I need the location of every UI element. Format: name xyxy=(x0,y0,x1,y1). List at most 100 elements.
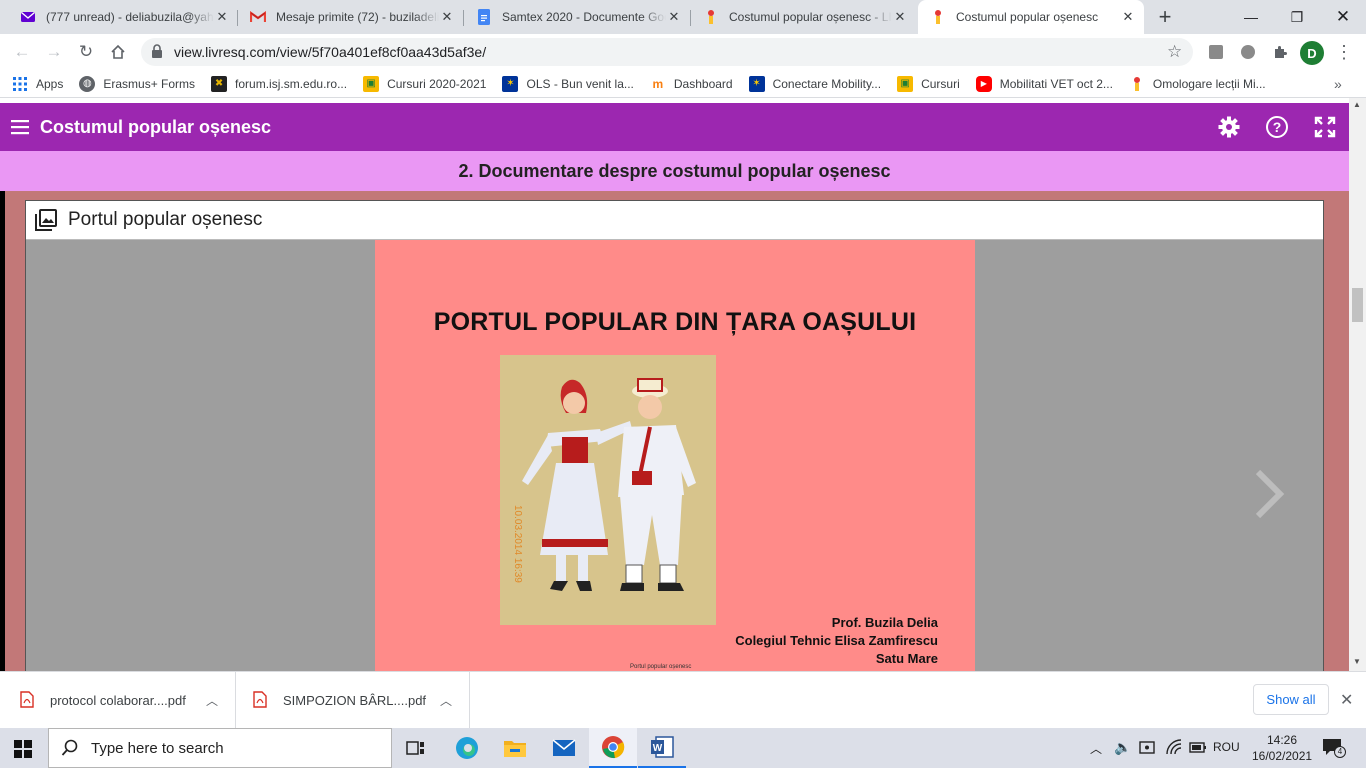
scroll-up-arrow-icon[interactable]: ▲ xyxy=(1353,100,1361,109)
tab-yahoo-mail[interactable]: (777 unread) - deliabuzila@yahoo.com - Y… xyxy=(8,0,238,34)
close-downloads-icon[interactable]: ✕ xyxy=(1340,690,1353,710)
app-header: Costumul popular oșenesc ? xyxy=(0,103,1349,151)
hamburger-menu-icon[interactable] xyxy=(10,117,30,137)
tray-overflow-chevron-icon[interactable]: ︿ xyxy=(1090,740,1102,757)
tab-title: Mesaje primite (72) - buziladelia@gmail.… xyxy=(276,10,439,24)
battery-icon[interactable] xyxy=(1188,739,1208,755)
tab-livresq-editor[interactable]: Costumul popular oșenesc - LIVRESQ ✕ xyxy=(691,0,916,34)
livresq-icon xyxy=(703,9,719,25)
bookmark-erasmus[interactable]: ◍ Erasmus+ Forms xyxy=(71,70,203,98)
show-all-downloads-button[interactable]: Show all xyxy=(1253,684,1329,715)
notifications-icon[interactable]: 4 xyxy=(1322,738,1346,758)
gallery-card-title: Portul popular oșenesc xyxy=(68,209,263,230)
more-menu-icon[interactable]: ⋮ xyxy=(1330,38,1358,66)
bookmark-star-icon[interactable]: ☆ xyxy=(1167,42,1182,62)
pdf-file-icon xyxy=(20,691,36,709)
fullscreen-icon[interactable] xyxy=(1313,115,1337,139)
bookmark-mobility[interactable]: ✶ Conectare Mobility... xyxy=(741,70,890,98)
download-filename: protocol colaborar....pdf xyxy=(50,692,186,708)
close-window-button[interactable]: ✕ xyxy=(1320,0,1366,34)
taskbar-search-box[interactable]: Type here to search xyxy=(48,728,392,768)
profile-avatar[interactable]: D xyxy=(1300,41,1324,65)
volume-icon[interactable]: 🔈 xyxy=(1114,739,1131,756)
next-slide-chevron-icon[interactable] xyxy=(1250,466,1286,522)
system-clock[interactable]: 14:26 16/02/2021 xyxy=(1252,732,1312,764)
svg-text:W: W xyxy=(653,743,663,754)
costume-illustration: 10.03.2014 16:39 xyxy=(500,355,716,625)
bookmark-apps[interactable]: Apps xyxy=(0,70,71,98)
mail-app-icon[interactable] xyxy=(540,728,588,768)
extension-icon[interactable] xyxy=(1202,38,1230,66)
windows-start-icon[interactable] xyxy=(14,740,32,758)
close-tab-icon[interactable]: ✕ xyxy=(439,9,455,25)
help-icon[interactable]: ? xyxy=(1265,115,1289,139)
address-bar[interactable]: view.livresq.com/view/5f70a401ef8cf0aa43… xyxy=(141,38,1193,66)
download-item[interactable]: SIMPOZION BÂRL....pdf ︿ xyxy=(237,672,470,728)
edge-browser-icon[interactable] xyxy=(443,728,491,768)
slide-footer: Portul popular oșenesc xyxy=(630,664,692,670)
forward-button[interactable]: → xyxy=(40,38,68,66)
reload-button[interactable]: ↻ xyxy=(72,38,100,66)
chevron-up-icon[interactable]: ︿ xyxy=(440,692,452,709)
chevron-up-icon[interactable]: ︿ xyxy=(206,692,218,709)
close-tab-icon[interactable]: ✕ xyxy=(666,9,682,25)
download-filename: SIMPOZION BÂRL....pdf xyxy=(283,692,427,708)
search-placeholder: Type here to search xyxy=(91,739,224,757)
page-scrollbar[interactable]: ▲ ▼ xyxy=(1349,98,1366,671)
gmail-icon xyxy=(250,9,266,25)
bookmark-label: Mobilitati VET oct 2... xyxy=(999,76,1113,91)
bookmarks-bar: Apps ◍ Erasmus+ Forms ✖ forum.isj.sm.edu… xyxy=(0,70,1366,98)
moodle-icon: m xyxy=(652,76,664,91)
download-item[interactable]: protocol colaborar....pdf ︿ xyxy=(0,672,236,728)
slide-title: PORTUL POPULAR DIN ȚARA OAȘULUI xyxy=(433,308,917,336)
bookmark-mobilitati-vet[interactable]: ▶ Mobilitati VET oct 2... xyxy=(968,70,1121,98)
tab-google-docs[interactable]: Samtex 2020 - Documente Google ✕ xyxy=(464,0,690,34)
bookmark-ols[interactable]: ✶ OLS - Bun venit la... xyxy=(494,70,641,98)
puzzle-extensions-icon[interactable] xyxy=(1266,38,1294,66)
bookmark-label: Cursuri xyxy=(921,76,960,91)
input-language[interactable]: ROU xyxy=(1213,740,1240,754)
home-button[interactable] xyxy=(104,38,132,66)
pdf-file-icon xyxy=(253,691,269,709)
author-name: Prof. Buzila Delia xyxy=(831,615,938,630)
bookmark-cursuri[interactable]: ▣ Cursuri xyxy=(889,70,968,98)
url-text: view.livresq.com/view/5f70a401ef8cf0aa43… xyxy=(174,44,487,60)
chrome-taskbar-icon[interactable] xyxy=(589,728,637,768)
settings-gear-icon[interactable] xyxy=(1217,115,1241,139)
new-tab-button[interactable]: + xyxy=(1152,4,1178,30)
tab-livresq-view[interactable]: Costumul popular oșenesc ✕ xyxy=(918,0,1144,34)
more-bookmarks-icon[interactable]: » xyxy=(1334,76,1342,92)
bookmark-dashboard[interactable]: m Dashboard xyxy=(642,70,741,98)
yahoo-mail-icon xyxy=(20,9,36,25)
bookmark-omologare[interactable]: Omologare lecții Mi... xyxy=(1121,70,1274,98)
slide-image[interactable]: PORTUL POPULAR DIN ȚARA OAȘULUI 10.03.20… xyxy=(375,240,975,671)
word-app-icon[interactable]: W xyxy=(638,728,686,768)
scroll-down-arrow-icon[interactable]: ▼ xyxy=(1353,657,1361,666)
minimize-button[interactable]: — xyxy=(1228,0,1274,34)
restore-button[interactable]: ❐ xyxy=(1274,0,1320,34)
bookmark-cursuri-2020[interactable]: ▣ Cursuri 2020-2021 xyxy=(355,70,494,98)
tab-gmail[interactable]: Mesaje primite (72) - buziladelia@gmail.… xyxy=(238,0,463,34)
bookmark-forum[interactable]: ✖ forum.isj.sm.edu.ro... xyxy=(203,70,355,98)
notification-count: 4 xyxy=(1334,746,1346,758)
lock-icon xyxy=(151,44,165,60)
scrollbar-thumb[interactable] xyxy=(1352,288,1363,322)
left-edge xyxy=(0,191,5,671)
school-name: Colegiul Tehnic Elisa Zamfirescu xyxy=(735,633,938,648)
gallery-icon xyxy=(34,208,58,232)
tab-title: Costumul popular oșenesc xyxy=(956,10,1099,24)
wifi-icon[interactable] xyxy=(1165,738,1183,756)
photo-date-stamp: 10.03.2014 16:39 xyxy=(512,505,523,583)
close-tab-icon[interactable]: ✕ xyxy=(892,9,908,25)
back-button[interactable]: ← xyxy=(8,38,36,66)
file-explorer-icon[interactable] xyxy=(491,728,539,768)
close-tab-icon[interactable]: ✕ xyxy=(214,9,230,25)
youtube-icon: ▶ xyxy=(975,75,992,92)
task-view-icon[interactable] xyxy=(392,728,440,768)
extension-icon[interactable] xyxy=(1234,38,1262,66)
tab-title: Samtex 2020 - Documente Google xyxy=(502,10,666,24)
svg-text:?: ? xyxy=(1273,119,1282,135)
windows-taskbar: Type here to search W ︿ 🔈 ROU 14:26 16/0… xyxy=(0,728,1366,768)
meet-now-icon[interactable] xyxy=(1139,738,1157,756)
close-tab-icon[interactable]: ✕ xyxy=(1120,9,1136,25)
